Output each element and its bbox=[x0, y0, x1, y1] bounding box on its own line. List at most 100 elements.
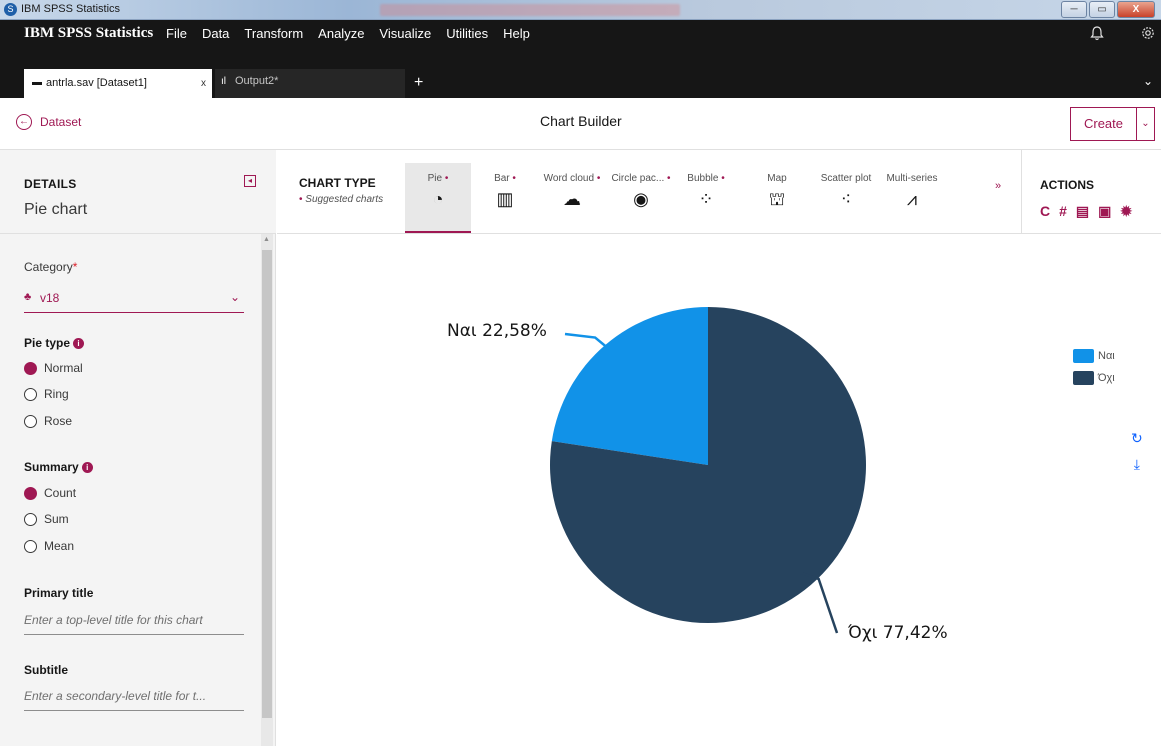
create-button[interactable]: Create bbox=[1071, 108, 1137, 140]
app-brand: IBM SPSS Statistics bbox=[24, 25, 154, 41]
details-chart-name: Pie chart bbox=[24, 201, 88, 218]
chevron-down-icon: ⌄ bbox=[229, 290, 240, 304]
circle-packing-icon: ◉ bbox=[633, 189, 649, 209]
document-tabs: ▬ antrla.sav [Dataset1] x ıl Output2* + … bbox=[0, 66, 1161, 98]
window-titlebar: S IBM SPSS Statistics ─ ▭ X bbox=[0, 0, 1161, 20]
back-to-dataset-link[interactable]: ← Dataset bbox=[16, 114, 81, 130]
close-button[interactable]: X bbox=[1117, 1, 1155, 18]
bell-icon[interactable] bbox=[1090, 26, 1104, 44]
bar-icon: ▥ bbox=[496, 189, 514, 209]
pie-chart: Ναι 22,58% Όχι 77,42% bbox=[447, 307, 948, 643]
bubble-icon: ⁘ bbox=[698, 189, 714, 209]
legend-swatch bbox=[1073, 349, 1094, 363]
leader-line bbox=[564, 332, 608, 349]
hashtag-icon[interactable]: # bbox=[1059, 203, 1067, 220]
primary-title-input[interactable] bbox=[24, 613, 244, 627]
spss-app-icon: S bbox=[4, 3, 17, 16]
legend-item-nai[interactable]: Ναι bbox=[1073, 345, 1115, 367]
maximize-button[interactable]: ▭ bbox=[1089, 1, 1115, 18]
menu-visualize[interactable]: Visualize bbox=[379, 26, 431, 41]
window-title: IBM SPSS Statistics bbox=[21, 3, 121, 15]
chevron-down-icon[interactable]: ⌄ bbox=[1143, 74, 1153, 88]
details-panel: DETAILS Pie chart ◂ Category* ♣ v18 ⌄ Pi… bbox=[0, 150, 276, 746]
chart-type-circle-packing[interactable]: Circle pac... • ◉ bbox=[608, 163, 674, 233]
primary-title-label: Primary title bbox=[24, 586, 94, 600]
refresh-chart-icon[interactable]: ↻ bbox=[1131, 425, 1143, 451]
pie-slice-nai[interactable] bbox=[551, 307, 708, 465]
create-dropdown-chevron-icon[interactable]: ⌄ bbox=[1137, 108, 1154, 140]
pie-type-rose-radio[interactable]: Rose bbox=[24, 414, 72, 428]
actions-panel: ACTIONS C # ▤ ▣ ✹ bbox=[1021, 150, 1161, 234]
tab-output[interactable]: ıl Output2* bbox=[215, 69, 405, 98]
summary-mean-radio[interactable]: Mean bbox=[24, 539, 74, 553]
export-image-icon[interactable]: ▣ bbox=[1098, 203, 1111, 220]
nominal-variable-icon: ♣ bbox=[24, 291, 32, 303]
scroll-up-arrow-icon[interactable]: ▲ bbox=[263, 236, 270, 243]
blurred-region bbox=[380, 4, 680, 16]
summary-label: Summary i bbox=[24, 460, 93, 474]
menu-transform[interactable]: Transform bbox=[244, 26, 303, 41]
menubar: IBM SPSS Statistics File Data Transform … bbox=[0, 20, 1161, 66]
chart-type-map[interactable]: Map ⛫ bbox=[744, 163, 810, 233]
chart-type-multi-series[interactable]: Multi-series ⩘ bbox=[879, 163, 945, 233]
settings-icon[interactable]: ✹ bbox=[1120, 203, 1132, 220]
subtitle-input[interactable] bbox=[24, 689, 244, 703]
data-label: Όχι 77,42% bbox=[847, 623, 948, 643]
chart-legend: Ναι Όχι bbox=[1073, 345, 1115, 389]
legend-swatch bbox=[1073, 371, 1094, 385]
primary-title-field bbox=[24, 611, 244, 635]
chart-type-scatter-plot[interactable]: Scatter plot ⁖ bbox=[813, 163, 879, 233]
tab-output-label: Output2* bbox=[235, 75, 279, 87]
map-icon: ⛫ bbox=[768, 189, 786, 209]
chart-builder-header: ← Dataset Chart Builder Create ⌄ bbox=[0, 98, 1161, 150]
menu-data[interactable]: Data bbox=[202, 26, 229, 41]
pie-type-normal-radio[interactable]: Normal bbox=[24, 361, 83, 375]
tab-dataset-label: antrla.sav [Dataset1] bbox=[46, 77, 147, 89]
category-label: Category* bbox=[24, 260, 78, 274]
minimize-button[interactable]: ─ bbox=[1061, 1, 1087, 18]
settings-gear-icon[interactable] bbox=[1141, 26, 1155, 43]
tab-dataset[interactable]: ▬ antrla.sav [Dataset1] x bbox=[24, 69, 212, 98]
info-icon[interactable]: i bbox=[73, 338, 85, 350]
legend-item-oxi[interactable]: Όχι bbox=[1073, 367, 1115, 389]
scrollbar-thumb[interactable] bbox=[262, 250, 272, 718]
summary-sum-radio[interactable]: Sum bbox=[24, 512, 69, 526]
menu-utilities[interactable]: Utilities bbox=[446, 26, 488, 41]
suggested-charts-note: • Suggested charts bbox=[299, 194, 384, 205]
arrow-left-icon: ← bbox=[16, 114, 32, 130]
pie-type-label: Pie type i bbox=[24, 336, 85, 350]
pie-type-ring-radio[interactable]: Ring bbox=[24, 387, 69, 401]
collapse-panel-icon[interactable]: ◂ bbox=[244, 175, 256, 187]
menu-file[interactable]: File bbox=[166, 26, 187, 41]
data-label: Ναι 22,58% bbox=[447, 321, 547, 341]
chart-type-word-cloud[interactable]: Word cloud • ☁ bbox=[539, 163, 605, 233]
actions-label: ACTIONS bbox=[1040, 178, 1094, 192]
output-chart-icon: ıl bbox=[221, 76, 226, 87]
menu-help[interactable]: Help bbox=[503, 26, 530, 41]
page-title: Chart Builder bbox=[540, 113, 622, 129]
more-chart-types-icon[interactable]: » bbox=[995, 180, 1001, 192]
export-csv-icon[interactable]: ▤ bbox=[1076, 203, 1089, 220]
chart-type-bubble[interactable]: Bubble • ⁘ bbox=[673, 163, 739, 233]
chart-type-bar[interactable]: Bar • ▥ bbox=[472, 163, 538, 233]
summary-count-radio[interactable]: Count bbox=[24, 486, 76, 500]
chart-type-toolbar: CHART TYPE • Suggested charts Pie • ◔ Ba… bbox=[277, 150, 1161, 234]
category-value: v18 bbox=[40, 291, 60, 305]
menu-analyze[interactable]: Analyze bbox=[318, 26, 364, 41]
subtitle-field bbox=[24, 687, 244, 711]
word-cloud-icon: ☁ bbox=[563, 189, 581, 209]
download-icon[interactable]: ⤓ bbox=[1131, 451, 1143, 477]
add-tab-button[interactable]: + bbox=[414, 74, 423, 92]
category-select[interactable]: ♣ v18 ⌄ bbox=[24, 285, 244, 313]
details-scrollbar[interactable]: ▲ bbox=[261, 234, 273, 746]
multi-series-icon: ⩘ bbox=[906, 189, 918, 209]
subtitle-label: Subtitle bbox=[24, 663, 68, 677]
tab-close-icon[interactable]: x bbox=[201, 78, 206, 89]
refresh-icon[interactable]: C bbox=[1040, 203, 1050, 220]
info-icon[interactable]: i bbox=[81, 462, 93, 474]
details-header: DETAILS Pie chart ◂ bbox=[0, 150, 276, 234]
chart-type-pie[interactable]: Pie • ◔ bbox=[405, 163, 471, 233]
dataset-icon: ▬ bbox=[32, 77, 42, 88]
pie-icon: ◔ bbox=[432, 189, 444, 209]
back-label: Dataset bbox=[40, 115, 82, 129]
